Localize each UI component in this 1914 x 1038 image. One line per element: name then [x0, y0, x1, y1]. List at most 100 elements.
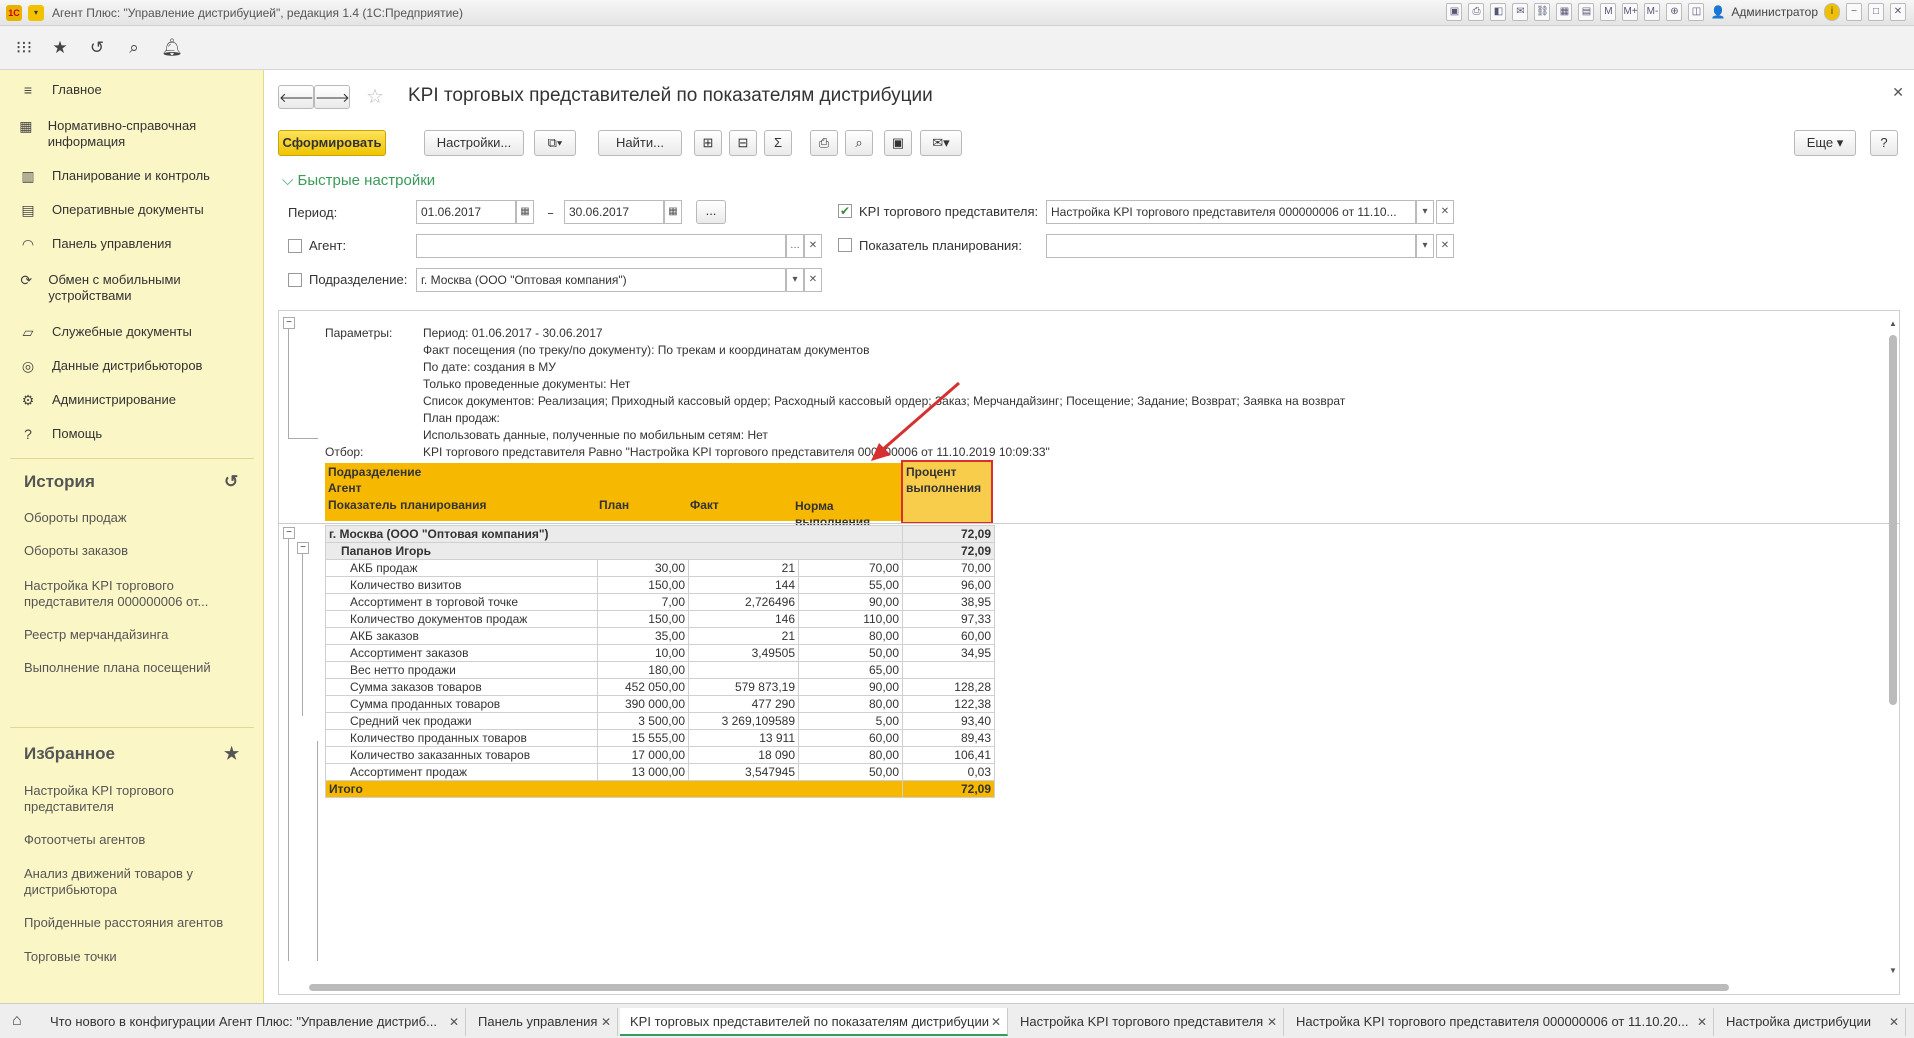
- close-tab-icon[interactable]: ✕: [601, 1008, 611, 1036]
- back-button[interactable]: 🡐: [278, 85, 314, 109]
- kpi-row[interactable]: Сумма заказов товаров 452 050,00 579 873,1…: [325, 678, 995, 696]
- close-tab-icon[interactable]: ✕: [1267, 1008, 1277, 1036]
- sidebar-item-distributor-data[interactable]: ◎ Данные дистрибьюторов: [18, 358, 203, 374]
- total-row[interactable]: Итого 72,09: [325, 780, 995, 798]
- history-link[interactable]: Реестр мерчандайзинга: [24, 627, 244, 643]
- vertical-scrollbar[interactable]: ▲ ▼: [1887, 319, 1897, 989]
- period-to-field[interactable]: 30.06.2017: [564, 200, 664, 224]
- more-button[interactable]: Еще ▾: [1794, 130, 1856, 156]
- group-row[interactable]: г. Москва (ООО "Оптовая компания") 72,09: [325, 525, 995, 543]
- history-link[interactable]: Настройка KPI торгового представителя 00…: [24, 578, 244, 610]
- m-minus-icon[interactable]: M-: [1644, 3, 1661, 21]
- period-from-field[interactable]: 01.06.2017: [416, 200, 516, 224]
- minimize-icon[interactable]: −: [1846, 3, 1862, 21]
- collapse-icon[interactable]: −: [283, 317, 295, 329]
- select-dots-icon[interactable]: …: [786, 234, 804, 258]
- help-button[interactable]: ?: [1870, 130, 1898, 156]
- apps-grid-icon[interactable]: ⁝⁝⁝: [12, 36, 36, 60]
- history-link[interactable]: Обороты продаж: [24, 510, 244, 526]
- save-icon[interactable]: ▣: [884, 130, 912, 156]
- indicator-field[interactable]: [1046, 234, 1416, 258]
- collapse-icon[interactable]: −: [283, 527, 295, 539]
- scroll-thumb[interactable]: [309, 984, 1729, 991]
- kpi-row[interactable]: АКБ продаж 30,00 21 70,00 70,00: [325, 559, 995, 577]
- kpi-field[interactable]: Настройка KPI торгового представителя 00…: [1046, 200, 1416, 224]
- m-plus-icon[interactable]: M+: [1622, 3, 1639, 21]
- report-spreadsheet[interactable]: − Параметры: Период: 01.06.2017 - 30.06.2…: [278, 310, 1900, 995]
- history-link[interactable]: Обороты заказов: [24, 543, 244, 559]
- kpi-row[interactable]: Количество документов продаж 150,00 146 110…: [325, 610, 995, 628]
- link-icon[interactable]: ⛓: [1534, 3, 1551, 21]
- division-field[interactable]: г. Москва (ООО "Оптовая компания"): [416, 268, 786, 292]
- sidebar-item-operational-docs[interactable]: ▤ Оперативные документы: [18, 202, 203, 218]
- favorite-link[interactable]: Фотоотчеты агентов: [24, 832, 244, 848]
- mail-icon[interactable]: ✉: [1512, 3, 1529, 21]
- sidebar-item-administration[interactable]: ⚙ Администрирование: [18, 392, 176, 408]
- sidebar-item-main[interactable]: ≡ Главное: [18, 82, 102, 98]
- history-link[interactable]: Выполнение плана посещений: [24, 660, 244, 676]
- kpi-row[interactable]: Количество проданных товаров 15 555,00 13 …: [325, 729, 995, 747]
- chevron-down-icon[interactable]: ▾: [1416, 234, 1434, 258]
- save-icon[interactable]: ▣: [1446, 3, 1463, 21]
- clear-icon[interactable]: ✕: [1436, 200, 1454, 224]
- kpi-row[interactable]: Вес нетто продажи 180,00 65,00: [325, 661, 995, 679]
- agent-row[interactable]: Папанов Игорь 72,09: [325, 542, 995, 560]
- agent-checkbox[interactable]: [288, 239, 302, 253]
- collapse-groups-icon[interactable]: ⊟: [729, 130, 757, 156]
- division-checkbox[interactable]: [288, 273, 302, 287]
- generate-button[interactable]: Сформировать: [278, 130, 386, 156]
- period-select-button[interactable]: ...: [696, 200, 726, 224]
- sidebar-item-service-docs[interactable]: ▱ Служебные документы: [18, 324, 192, 340]
- window-tab[interactable]: Настройка KPI торгового представителя 00…: [1286, 1008, 1714, 1036]
- favorite-star-icon[interactable]: ☆: [366, 84, 384, 109]
- kpi-row[interactable]: Ассортимент в торговой точке 7,00 2,726496…: [325, 593, 995, 611]
- sidebar-item-control-panel[interactable]: ◠ Панель управления: [18, 236, 172, 252]
- close-tab-icon[interactable]: ✕: [991, 1008, 1001, 1034]
- indicator-checkbox[interactable]: [838, 238, 852, 252]
- favorite-link[interactable]: Настройка KPI торгового представителя: [24, 783, 244, 815]
- calendar-icon[interactable]: ▦: [664, 200, 682, 224]
- forward-button[interactable]: 🡒: [314, 85, 350, 109]
- print-icon[interactable]: ⎙: [1468, 3, 1485, 21]
- calendar-icon[interactable]: ▦: [516, 200, 534, 224]
- scroll-thumb[interactable]: [1889, 335, 1897, 705]
- bell-icon[interactable]: 🔔︎: [160, 36, 184, 60]
- variants-button[interactable]: ⧉▾: [534, 130, 576, 156]
- print-icon[interactable]: ⎙: [810, 130, 838, 156]
- app-menu-icon[interactable]: ▾: [28, 5, 44, 21]
- clear-icon[interactable]: ✕: [804, 268, 822, 292]
- maximize-icon[interactable]: □: [1868, 3, 1884, 21]
- favorite-link[interactable]: Торговые точки: [24, 949, 244, 965]
- kpi-checkbox[interactable]: ✔: [838, 204, 852, 218]
- scroll-up-icon[interactable]: ▲: [1889, 319, 1897, 328]
- search-icon[interactable]: ⌕: [122, 36, 146, 60]
- star-icon[interactable]: ★: [224, 744, 239, 764]
- close-tab-icon[interactable]: ✕: [1889, 1008, 1899, 1036]
- panels-icon[interactable]: ◫: [1688, 3, 1705, 21]
- preview-icon[interactable]: ◧: [1490, 3, 1507, 21]
- kpi-row[interactable]: Количество визитов 150,00 144 55,00 96,00: [325, 576, 995, 594]
- clear-icon[interactable]: ✕: [1436, 234, 1454, 258]
- quick-settings-toggle[interactable]: ⌵ Быстрые настройки: [282, 172, 435, 189]
- close-window-icon[interactable]: ✕: [1890, 3, 1906, 21]
- history-icon[interactable]: ↺: [224, 472, 238, 492]
- m-icon[interactable]: M: [1600, 3, 1617, 21]
- sidebar-item-reference[interactable]: ▦ Нормативно-справочная информация: [18, 118, 228, 150]
- window-tab[interactable]: Что нового в конфигурации Агент Плюс: "У…: [40, 1008, 466, 1036]
- calculator-icon[interactable]: ▤: [1578, 3, 1595, 21]
- sidebar-item-mobile-exchange[interactable]: ⟳ Обмен с мобильными устройствами: [18, 272, 228, 304]
- favorite-link[interactable]: Анализ движений товаров у дистрибьютора: [24, 866, 244, 898]
- preview-icon[interactable]: ⌕: [845, 130, 873, 156]
- scroll-down-icon[interactable]: ▼: [1889, 966, 1897, 975]
- find-button[interactable]: Найти...: [598, 130, 682, 156]
- collapse-icon[interactable]: −: [297, 542, 309, 554]
- clear-icon[interactable]: ✕: [804, 234, 822, 258]
- star-icon[interactable]: ★: [48, 36, 72, 60]
- close-tab-icon[interactable]: ✕: [449, 1008, 459, 1036]
- calendar-icon[interactable]: ▦: [1556, 3, 1573, 21]
- kpi-row[interactable]: Ассортимент продаж 13 000,00 3,547945 50,00…: [325, 763, 995, 781]
- close-form-icon[interactable]: ✕: [1892, 84, 1904, 101]
- sidebar-item-help[interactable]: ? Помощь: [18, 426, 102, 442]
- window-tab[interactable]: Настройка KPI торгового представителя ✕: [1010, 1008, 1284, 1036]
- kpi-row[interactable]: АКБ заказов 35,00 21 80,00 60,00: [325, 627, 995, 645]
